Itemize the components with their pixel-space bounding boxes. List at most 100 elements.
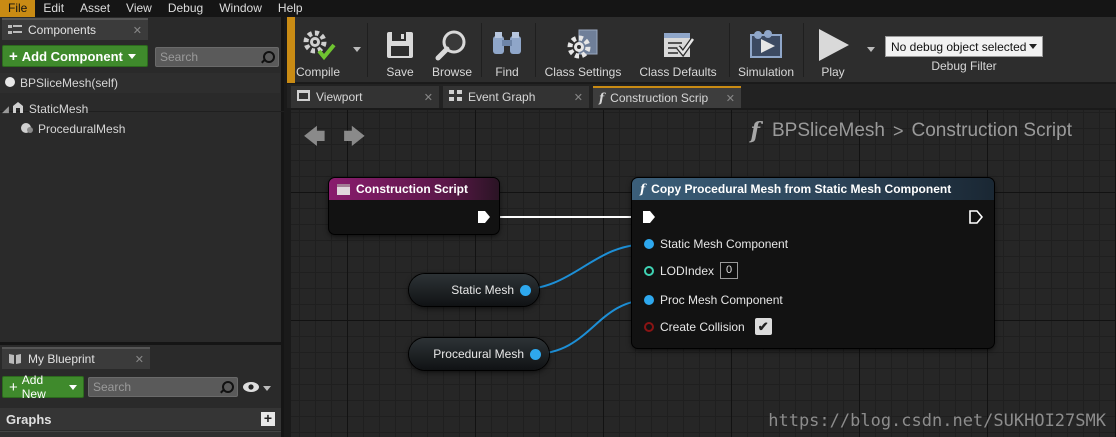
graphs-list <box>0 431 281 437</box>
lod-index-input[interactable]: 0 <box>720 262 739 279</box>
chevron-down-icon <box>1029 44 1037 49</box>
close-icon[interactable]: ✕ <box>424 91 433 104</box>
play-label: Play <box>821 65 845 79</box>
tab-viewport[interactable]: Viewport ✕ <box>291 86 439 108</box>
add-component-button[interactable]: + Add Component <box>2 45 148 67</box>
save-button[interactable]: Save <box>375 21 425 79</box>
toolbar: Compile Save Browse Find Class Settings … <box>287 17 1116 83</box>
component-root[interactable]: BPSliceMesh(self) <box>0 73 280 93</box>
lod-index-label: LODIndex <box>660 263 715 278</box>
close-icon[interactable]: ✕ <box>135 353 144 366</box>
compile-gear-icon <box>299 27 337 63</box>
exec-out-pin-icon[interactable] <box>969 210 984 227</box>
event-graph-icon <box>449 90 462 104</box>
my-blueprint-tab[interactable]: My Blueprint ✕ <box>2 347 150 369</box>
play-options-chevron-icon[interactable] <box>867 47 875 52</box>
simulation-button[interactable]: Simulation <box>735 21 797 79</box>
menu-view[interactable]: View <box>118 0 160 17</box>
menu-file[interactable]: File <box>0 0 36 17</box>
view-options-button[interactable] <box>242 379 274 397</box>
tab-event-graph[interactable]: Event Graph ✕ <box>443 86 589 108</box>
bool-pin-icon[interactable] <box>644 321 654 332</box>
plus-icon: + <box>9 47 18 65</box>
viewport-icon <box>297 90 310 104</box>
add-component-label: Add Component <box>21 48 123 64</box>
component-staticmesh-label: StaticMesh <box>28 102 89 116</box>
lod-index-pin[interactable]: LODIndex 0 <box>644 262 739 279</box>
my-blueprint-tab-label: My Blueprint <box>28 352 95 366</box>
compile-options-chevron-icon[interactable] <box>353 47 361 52</box>
components-search-input[interactable] <box>160 50 260 64</box>
tab-construction-script[interactable]: f Construction Scrip ✕ <box>593 86 741 108</box>
create-collision-label: Create Collision <box>660 319 745 334</box>
proc-mesh-component-label: Proc Mesh Component <box>660 293 783 307</box>
find-label: Find <box>495 65 519 79</box>
procedural-mesh-variable-node[interactable]: Procedural Mesh <box>409 338 549 370</box>
menu-bar: File Edit Asset View Debug Window Help <box>0 0 1116 17</box>
watermark: https://blog.csdn.net/SUKHOI27SMK <box>768 411 1106 431</box>
debug-object-select[interactable]: No debug object selected <box>885 36 1043 57</box>
graphs-section[interactable]: Graphs + <box>0 408 281 430</box>
blueprint-search[interactable] <box>88 377 238 397</box>
class-settings-button[interactable]: Class Settings <box>541 21 625 79</box>
play-button[interactable]: Play <box>809 21 857 79</box>
component-proceduralmesh[interactable]: ProceduralMesh <box>0 119 280 139</box>
construction-script-header: Construction Script <box>329 178 499 200</box>
close-icon[interactable]: ✕ <box>133 24 142 37</box>
exec-out-pin-icon[interactable] <box>477 210 491 227</box>
menu-asset[interactable]: Asset <box>72 0 118 17</box>
binoculars-icon <box>488 27 526 63</box>
class-defaults-button[interactable]: Class Defaults <box>633 21 723 79</box>
add-graph-button[interactable]: + <box>261 411 275 426</box>
eye-icon <box>242 381 260 396</box>
sphere-icon <box>4 76 16 91</box>
menu-edit[interactable]: Edit <box>35 0 72 17</box>
add-new-button[interactable]: + Add New <box>2 373 84 401</box>
save-disk-icon <box>381 27 419 63</box>
component-staticmesh[interactable]: ◢ StaticMesh <box>0 99 280 119</box>
graph-canvas[interactable]: 🡄 🡆 f BPSliceMesh > Construction Script … <box>289 110 1116 437</box>
object-pin-icon[interactable] <box>644 295 654 305</box>
menu-debug[interactable]: Debug <box>160 0 211 17</box>
construction-script-node[interactable]: Construction Script <box>329 178 499 234</box>
object-pin-icon[interactable] <box>644 239 654 249</box>
save-label: Save <box>386 65 414 79</box>
compile-button[interactable]: Compile <box>293 21 343 79</box>
menu-window[interactable]: Window <box>211 0 270 17</box>
close-icon[interactable]: ✕ <box>726 92 735 105</box>
debug-object-select-value: No debug object selected <box>891 39 1027 54</box>
exec-in-pin-icon[interactable] <box>642 210 656 227</box>
blueprint-search-input[interactable] <box>93 380 219 394</box>
object-pin-icon[interactable] <box>520 284 531 296</box>
create-collision-pin[interactable]: Create Collision ✔ <box>644 318 772 335</box>
static-mesh-component-pin[interactable]: Static Mesh Component <box>644 237 788 251</box>
browse-button[interactable]: Browse <box>427 21 477 79</box>
component-root-label: BPSliceMesh(self) <box>20 76 119 90</box>
chevron-down-icon <box>263 385 271 391</box>
copy-procedural-mesh-node[interactable]: f Copy Procedural Mesh from Static Mesh … <box>632 178 994 348</box>
class-defaults-checklist-icon <box>659 27 697 63</box>
components-icon <box>8 24 22 36</box>
browse-label: Browse <box>431 65 472 79</box>
procedural-mesh-icon <box>20 121 34 138</box>
object-pin-icon[interactable] <box>530 348 541 360</box>
static-mesh-variable-node[interactable]: Static Mesh <box>409 274 539 306</box>
components-tab[interactable]: Components ✕ <box>2 18 148 40</box>
search-icon[interactable] <box>219 380 234 394</box>
int-pin-icon[interactable] <box>644 265 654 276</box>
create-collision-checkbox[interactable]: ✔ <box>754 318 772 335</box>
play-triangle-icon <box>814 27 852 63</box>
proc-mesh-component-pin[interactable]: Proc Mesh Component <box>644 293 783 307</box>
find-button[interactable]: Find <box>483 21 531 79</box>
close-icon[interactable]: ✕ <box>574 91 583 104</box>
toolbar-separator <box>729 23 730 77</box>
search-icon[interactable] <box>260 50 275 64</box>
class-defaults-label: Class Defaults <box>639 65 717 79</box>
function-icon: f <box>640 182 646 196</box>
graphs-section-label: Graphs <box>6 411 52 427</box>
components-search[interactable] <box>155 47 279 67</box>
static-mesh-component-label: Static Mesh Component <box>660 237 789 251</box>
expand-icon[interactable]: ◢ <box>2 104 9 115</box>
menu-help[interactable]: Help <box>270 0 311 17</box>
event-icon <box>337 183 350 195</box>
